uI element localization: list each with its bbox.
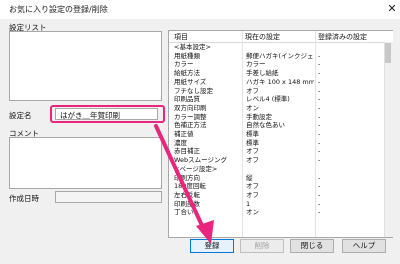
annotation-arrow (154, 124, 214, 244)
arrow-shaft (154, 124, 207, 234)
arrow-head (196, 220, 214, 244)
